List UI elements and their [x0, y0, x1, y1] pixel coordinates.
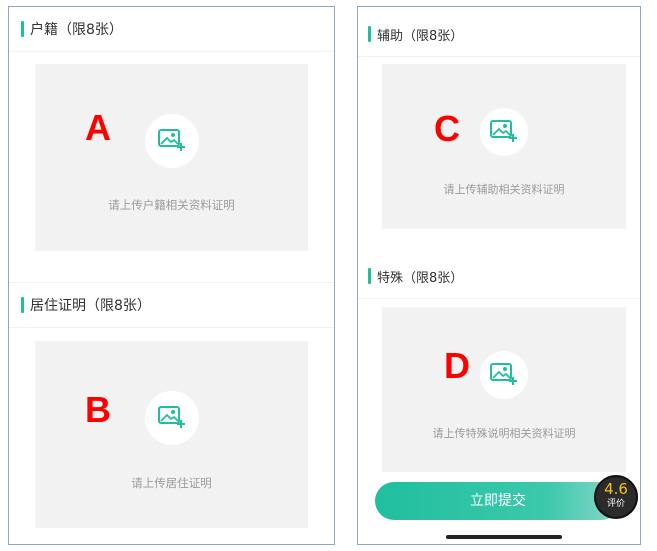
- right-phone-panel: 辅助（限8张） 请上传辅助相关资料证明 C 特殊（限8张） 请上传特殊说明相关资…: [357, 6, 641, 545]
- rating-badge[interactable]: 4.6 评价: [594, 475, 638, 519]
- image-add-icon: [158, 406, 185, 428]
- upload-hint: 请上传辅助相关资料证明: [443, 183, 565, 196]
- upload-button[interactable]: [145, 391, 199, 445]
- section-title-text: 户籍（限8张）: [30, 22, 123, 38]
- title-accent-bar: [368, 268, 371, 284]
- upload-area-special[interactable]: 请上传特殊说明相关资料证明: [382, 307, 626, 472]
- section-title-household: 户籍（限8张）: [9, 7, 334, 52]
- upload-button[interactable]: [145, 114, 199, 168]
- upload-hint: 请上传居住证明: [131, 476, 212, 490]
- title-accent-bar: [368, 26, 371, 42]
- rating-label: 评价: [606, 499, 625, 509]
- annotation-letter-c: C: [434, 108, 460, 149]
- image-add-icon: [490, 363, 517, 385]
- section-title-text: 居住证明（限8张）: [30, 298, 151, 314]
- title-accent-bar: [21, 21, 24, 37]
- image-add-icon: [490, 120, 517, 142]
- section-title-text: 特殊（限8张）: [377, 270, 464, 286]
- section-title-text: 辅助（限8张）: [377, 28, 464, 44]
- upload-area-residence[interactable]: 请上传居住证明: [35, 341, 308, 528]
- upload-hint: 请上传户籍相关资料证明: [108, 198, 235, 212]
- upload-hint: 请上传特殊说明相关资料证明: [432, 427, 576, 440]
- annotation-letter-d: D: [444, 345, 470, 386]
- rating-score: 4.6: [604, 480, 628, 498]
- section-title-residence: 居住证明（限8张）: [9, 282, 334, 328]
- annotation-letter-b: B: [85, 389, 111, 430]
- home-indicator: [446, 535, 562, 539]
- title-accent-bar: [21, 297, 24, 313]
- image-add-icon: [158, 129, 185, 151]
- section-title-special: 特殊（限8张）: [358, 254, 640, 299]
- section-title-auxiliary: 辅助（限8张）: [358, 12, 640, 57]
- annotation-letter-a: A: [85, 107, 111, 148]
- submit-button[interactable]: 立即提交: [375, 482, 621, 520]
- upload-button[interactable]: [480, 108, 528, 156]
- left-phone-panel: 户籍（限8张） 请上传户籍相关资料证明 A 居住证明（限8张） 请上传居住证明: [8, 6, 335, 545]
- upload-area-household[interactable]: 请上传户籍相关资料证明: [35, 64, 308, 251]
- upload-area-auxiliary[interactable]: 请上传辅助相关资料证明: [382, 64, 626, 229]
- upload-button[interactable]: [480, 351, 528, 399]
